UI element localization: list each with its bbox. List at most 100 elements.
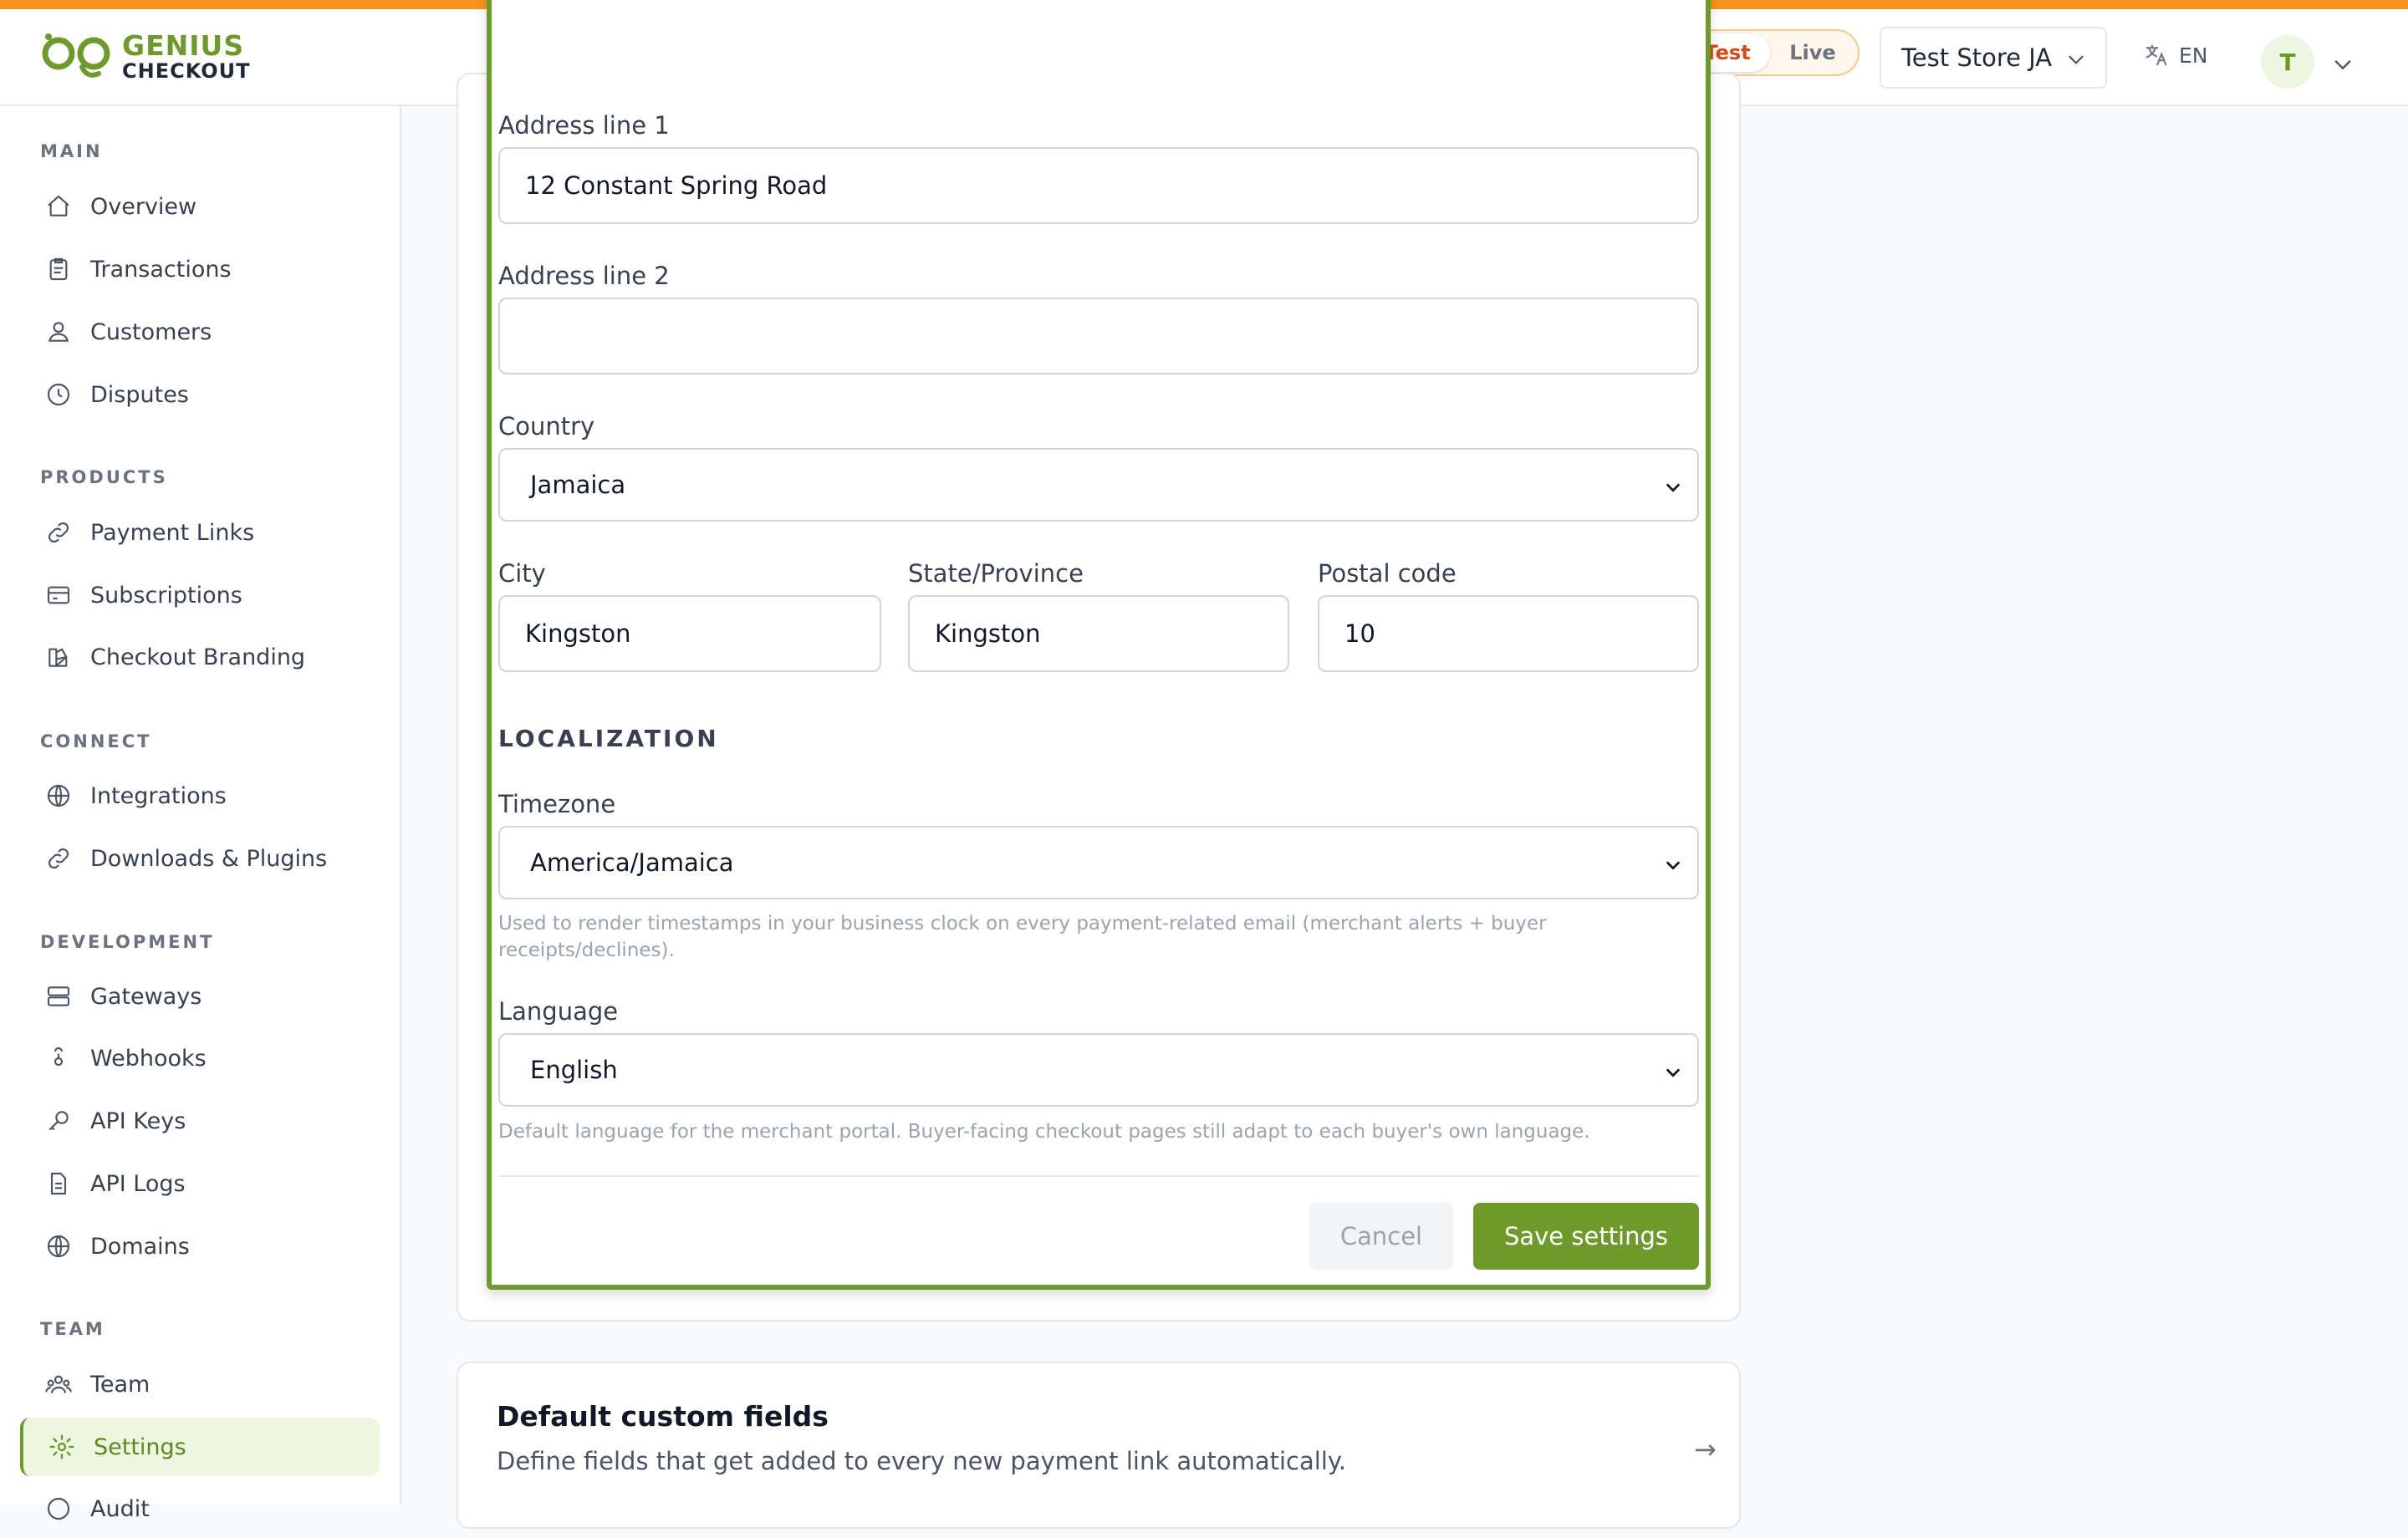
postal-code-input[interactable]: 10: [1318, 595, 1699, 672]
language-select[interactable]: English: [498, 1033, 1699, 1107]
timezone-help-line-1: Used to render timestamps in your busine…: [498, 913, 1547, 935]
language-value: English: [530, 1056, 618, 1084]
key-icon: [43, 1106, 74, 1136]
user-avatar[interactable]: T: [2261, 35, 2314, 89]
sidebar-item-label: Downloads & Plugins: [90, 845, 328, 872]
timezone-select[interactable]: America/Jamaica: [498, 826, 1699, 899]
timezone-value: America/Jamaica: [530, 848, 734, 877]
sidebar-item-transactions[interactable]: Transactions: [20, 240, 380, 298]
sidebar-item-label: Payment Links: [90, 519, 255, 546]
sidebar-item-audit[interactable]: Audit: [20, 1479, 380, 1538]
sidebar-item-label: Webhooks: [90, 1045, 207, 1072]
form-divider: [498, 1175, 1699, 1177]
sidebar-item-label: Domains: [90, 1233, 190, 1260]
chevron-down-icon: [1666, 483, 1680, 492]
address-line-2-input[interactable]: [498, 298, 1699, 374]
arrow-right-icon[interactable]: →: [1694, 1434, 1717, 1465]
default-custom-fields-card[interactable]: Default custom fields Define fields that…: [457, 1362, 1741, 1529]
chevron-down-icon: [1666, 861, 1680, 870]
sidebar-item-label: Gateways: [90, 983, 202, 1010]
logo-mark-icon: [42, 33, 110, 78]
postal-code-label: Postal code: [1318, 559, 1457, 588]
sidebar-item-label: Transactions: [90, 256, 232, 283]
custom-fields-title: Default custom fields: [497, 1400, 829, 1433]
language-label: Language: [498, 997, 619, 1026]
city-input[interactable]: Kingston: [498, 595, 881, 672]
timezone-label: Timezone: [498, 790, 616, 818]
sidebar-section-products: PRODUCTS: [40, 467, 168, 487]
timezone-help-line-2: receipts/declines).: [498, 940, 675, 961]
chevron-down-icon: [1666, 1068, 1680, 1077]
language-help-text: Default language for the merchant portal…: [498, 1121, 1590, 1143]
sidebar-section-main: MAIN: [40, 141, 103, 161]
country-label: Country: [498, 412, 595, 441]
main-content: Address line 1 12 Constant Spring Road A…: [401, 0, 2408, 1529]
localization-heading: LOCALIZATION: [498, 725, 719, 752]
logo-text-checkout: CHECKOUT: [122, 59, 251, 83]
sidebar-item-api-logs[interactable]: API Logs: [20, 1154, 380, 1213]
sidebar-item-team[interactable]: Team: [20, 1355, 380, 1413]
state-province-label: State/Province: [908, 559, 1084, 588]
card-icon: [43, 580, 74, 610]
link-icon: [43, 843, 74, 873]
sidebar-item-api-keys[interactable]: API Keys: [20, 1092, 380, 1150]
sidebar-item-label: Disputes: [90, 381, 189, 408]
sidebar-item-gateways[interactable]: Gateways: [20, 967, 380, 1026]
sidebar-item-label: API Keys: [90, 1108, 186, 1134]
sidebar-item-overview[interactable]: Overview: [20, 177, 380, 236]
sidebar-item-label: API Logs: [90, 1170, 186, 1197]
sidebar-item-domains[interactable]: Domains: [20, 1217, 380, 1276]
server-icon: [43, 981, 74, 1011]
globe-icon: [43, 1231, 74, 1261]
city-label: City: [498, 559, 546, 588]
sidebar-item-label: Checkout Branding: [90, 644, 306, 670]
country-select[interactable]: Jamaica: [498, 448, 1699, 522]
address-line-1-input[interactable]: 12 Constant Spring Road: [498, 147, 1699, 224]
home-icon: [43, 191, 74, 222]
sidebar-item-label: Settings: [94, 1434, 186, 1460]
state-province-input[interactable]: Kingston: [908, 595, 1289, 672]
sidebar-section-connect: CONNECT: [40, 731, 152, 751]
webhook-icon: [43, 1043, 74, 1073]
clock-icon: [43, 379, 74, 410]
store-selector[interactable]: Test Store JA: [1880, 27, 2107, 89]
link-icon: [43, 517, 74, 547]
mode-live-button[interactable]: Live: [1770, 33, 1855, 72]
sidebar: MAIN Overview Transactions Customers Dis…: [0, 106, 401, 1522]
logo-text-genius: GENIUS: [122, 28, 245, 62]
sidebar-item-webhooks[interactable]: Webhooks: [20, 1029, 380, 1087]
sidebar-item-checkout-branding[interactable]: Checkout Branding: [20, 628, 380, 686]
sidebar-item-label: Integrations: [90, 782, 227, 809]
sidebar-item-downloads-plugins[interactable]: Downloads & Plugins: [20, 829, 380, 888]
sidebar-item-payment-links[interactable]: Payment Links: [20, 503, 380, 562]
sidebar-item-settings[interactable]: Settings: [20, 1418, 380, 1476]
sidebar-item-label: Customers: [90, 318, 212, 345]
cancel-button[interactable]: Cancel: [1309, 1203, 1453, 1270]
users-icon: [43, 317, 74, 347]
chevron-down-icon[interactable]: [2331, 53, 2354, 76]
clipboard-icon: [43, 254, 74, 284]
timezone-help-text: Used to render timestamps in your busine…: [498, 910, 1694, 964]
settings-form: Address line 1 12 Constant Spring Road A…: [487, 0, 1711, 1290]
store-name: Test Store JA: [1901, 43, 2053, 72]
sidebar-item-label: Audit: [90, 1495, 150, 1522]
sidebar-section-development: DEVELOPMENT: [40, 932, 215, 952]
sidebar-item-label: Team: [90, 1371, 150, 1398]
sidebar-item-integrations[interactable]: Integrations: [20, 766, 380, 825]
chevron-down-icon: [2069, 55, 2084, 64]
sidebar-section-team: TEAM: [40, 1319, 105, 1339]
team-icon: [43, 1369, 74, 1399]
genius-checkout-logo[interactable]: GENIUS CHECKOUT: [40, 27, 251, 85]
sidebar-item-disputes[interactable]: Disputes: [20, 365, 380, 424]
document-icon: [43, 1169, 74, 1199]
sidebar-item-subscriptions[interactable]: Subscriptions: [20, 566, 380, 624]
sidebar-item-customers[interactable]: Customers: [20, 303, 380, 361]
sidebar-item-label: Subscriptions: [90, 582, 242, 609]
palette-icon: [43, 642, 74, 672]
globe-icon: [43, 781, 74, 811]
save-settings-button[interactable]: Save settings: [1473, 1203, 1699, 1270]
address-line-2-label: Address line 2: [498, 262, 670, 290]
address-line-1-label: Address line 1: [498, 111, 670, 140]
sidebar-item-label: Overview: [90, 193, 197, 220]
language-switcher[interactable]: EN: [2144, 43, 2208, 68]
